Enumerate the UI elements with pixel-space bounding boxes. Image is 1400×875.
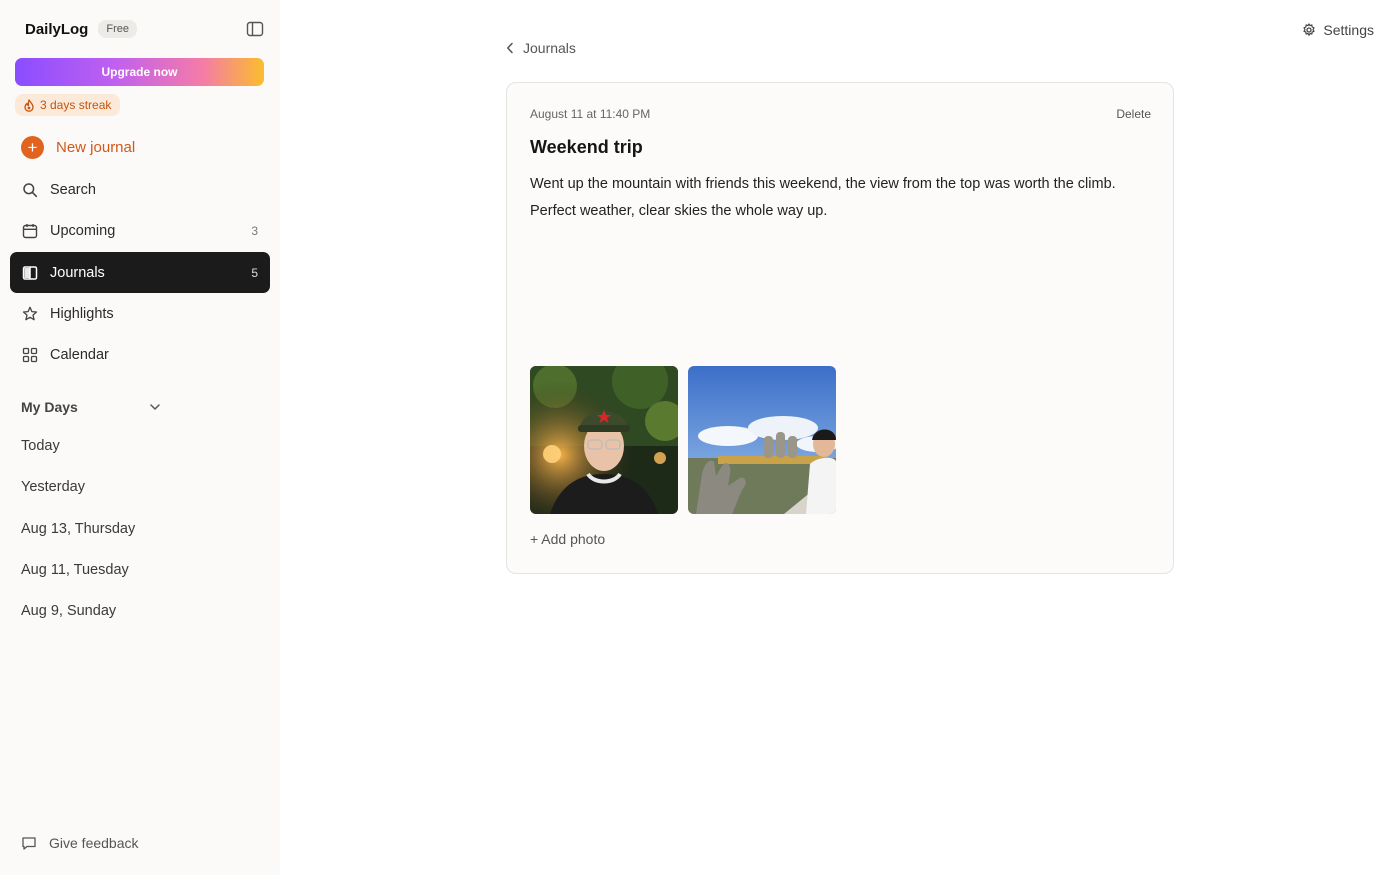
day-item-today[interactable]: Today — [21, 438, 60, 454]
sidebar-item-highlights[interactable]: Highlights — [10, 293, 270, 334]
settings-label: Settings — [1323, 22, 1374, 38]
sidebar-item-label: Upcoming — [50, 222, 116, 239]
plus-icon: + — [21, 136, 44, 159]
sidebar-item-count: 5 — [251, 265, 258, 280]
book-icon — [22, 265, 38, 281]
calendar-icon — [22, 223, 38, 239]
entry-body[interactable]: Went up the mountain with friends this w… — [530, 171, 1155, 225]
photo-thumbnail[interactable] — [688, 366, 836, 514]
streak-label: 3 days streak — [40, 98, 112, 112]
section-title: My Days — [21, 399, 78, 415]
star-icon — [22, 306, 38, 322]
photo-thumbnail[interactable] — [530, 366, 678, 514]
entry-date: August 11 at 11:40 PM — [530, 107, 651, 121]
upgrade-button[interactable]: Upgrade now — [15, 58, 264, 86]
new-journal-label: New journal — [56, 139, 136, 156]
delete-button[interactable]: Delete — [1116, 107, 1151, 121]
chat-bubble-icon — [22, 836, 36, 850]
entry-title[interactable]: Weekend trip — [530, 137, 643, 158]
day-item-yesterday[interactable]: Yesterday — [21, 479, 85, 495]
sidebar-item-upcoming[interactable]: Upcoming 3 — [10, 210, 270, 251]
my-days-toggle[interactable]: My Days — [21, 399, 161, 415]
sidebar-item-label: Calendar — [50, 346, 109, 363]
sidebar: DailyLog Free Upgrade now 3 days streak … — [0, 0, 280, 875]
grid-icon — [22, 347, 38, 363]
sidebar-item-label: Highlights — [50, 305, 114, 322]
add-photo-button[interactable]: + Add photo — [530, 531, 605, 547]
chevron-left-icon — [507, 42, 513, 54]
day-item-aug-9[interactable]: Aug 9, Sunday — [21, 603, 116, 619]
selfie-photo — [530, 366, 678, 514]
streak-badge: 3 days streak — [15, 94, 121, 116]
app-name: DailyLog — [25, 20, 89, 38]
sidebar-item-search[interactable]: Search — [10, 169, 270, 210]
back-to-journals-link[interactable]: Journals — [506, 40, 576, 56]
feedback-label: Give feedback — [49, 835, 139, 851]
day-item-aug-13[interactable]: Aug 13, Thursday — [21, 521, 135, 537]
brand: DailyLog Free — [25, 20, 137, 38]
sidebar-item-label: Search — [50, 181, 96, 198]
gear-icon — [1303, 23, 1316, 36]
sidebar-item-calendar[interactable]: Calendar — [10, 334, 270, 375]
chevron-down-icon — [150, 404, 160, 410]
sidebar-panel-icon — [246, 21, 264, 37]
sidebar-item-count: 3 — [251, 223, 258, 238]
journal-entry-card: August 11 at 11:40 PM Delete Weekend tri… — [506, 82, 1174, 574]
search-icon — [22, 182, 38, 198]
sidebar-item-journals[interactable]: Journals 5 — [10, 252, 270, 293]
back-label: Journals — [523, 40, 576, 56]
new-journal-button[interactable]: + New journal — [10, 127, 270, 168]
fire-icon — [24, 98, 34, 112]
day-item-aug-11[interactable]: Aug 11, Tuesday — [21, 562, 129, 578]
settings-button[interactable]: Settings — [1302, 22, 1374, 38]
sidebar-item-label: Journals — [50, 264, 105, 281]
give-feedback-button[interactable]: Give feedback — [21, 835, 139, 851]
mountain-bridge-photo — [688, 366, 836, 514]
sidebar-toggle-button[interactable] — [246, 21, 264, 37]
photo-gallery — [530, 366, 836, 514]
plan-badge: Free — [98, 20, 137, 38]
